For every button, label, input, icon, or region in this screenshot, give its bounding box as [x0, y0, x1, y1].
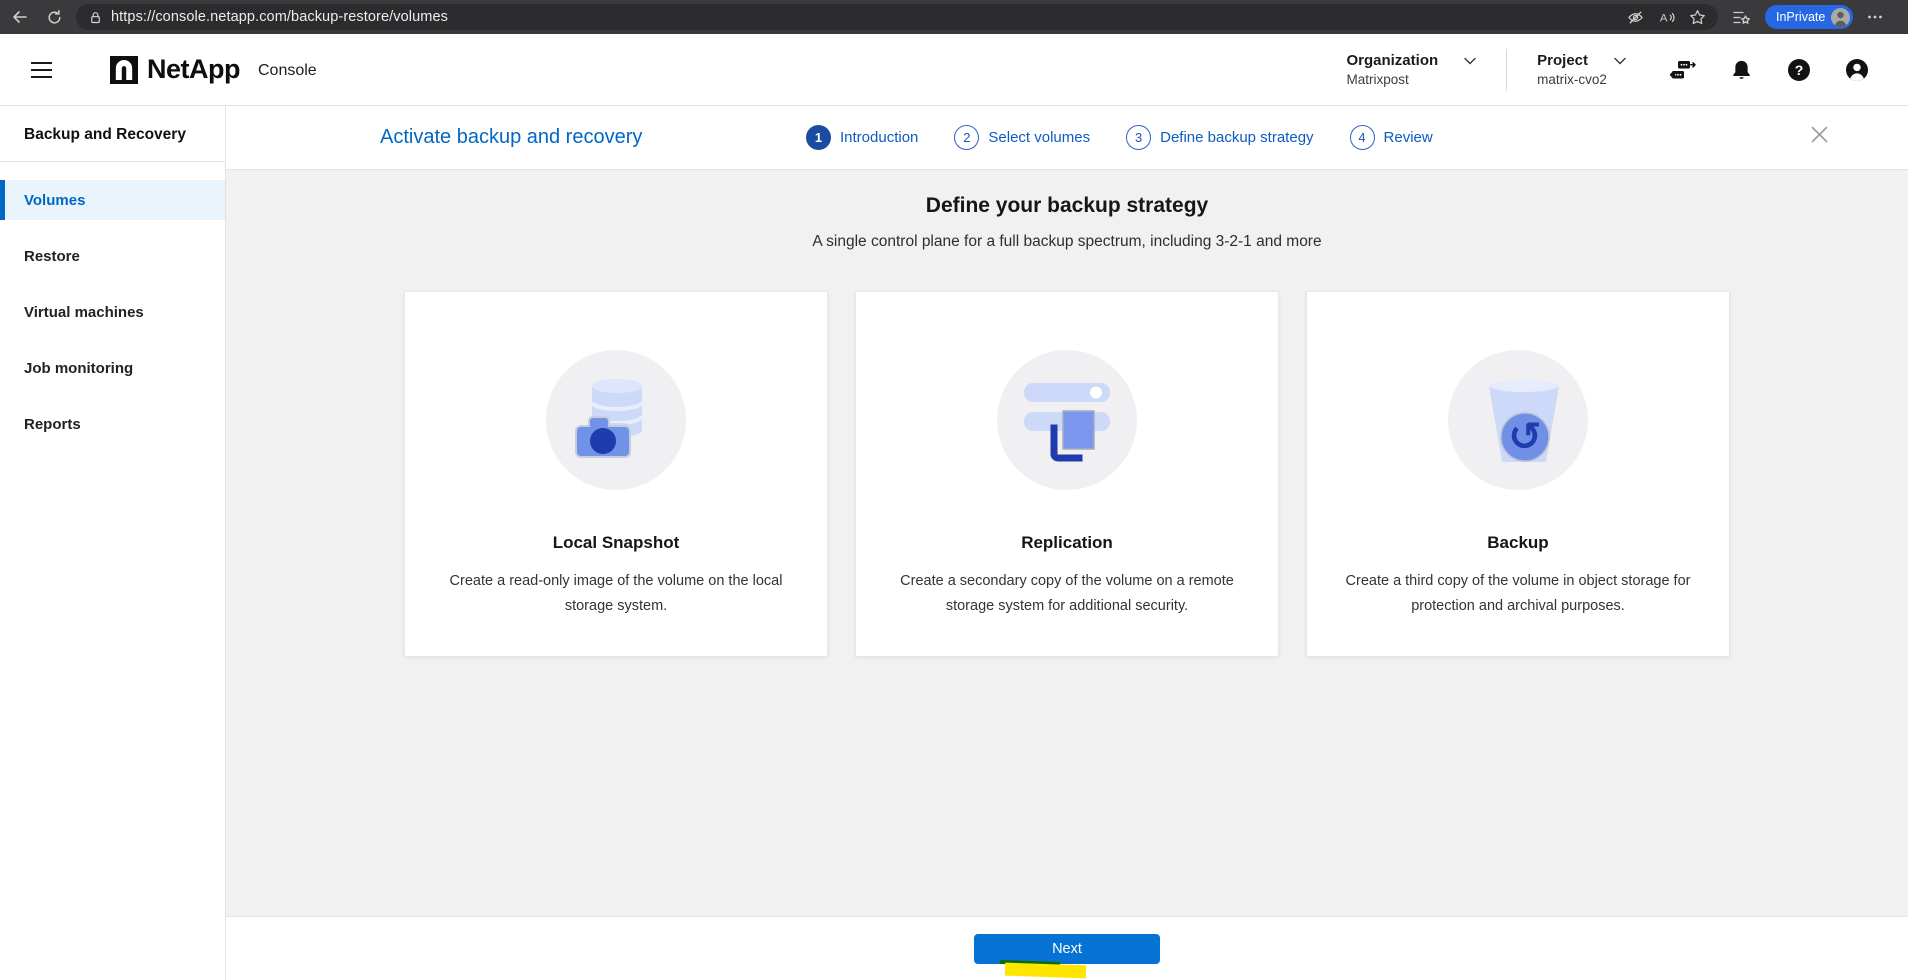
sidebar-item-virtual-machines[interactable]: Virtual machines	[0, 292, 225, 332]
local-snapshot-icon	[546, 350, 686, 490]
address-bar[interactable]: https://console.netapp.com/backup-restor…	[76, 4, 1718, 30]
backup-bucket-icon: ↺	[1448, 350, 1588, 490]
wizard-steps: 1 Introduction 2 Select volumes 3 Define…	[806, 125, 1433, 150]
step-introduction: 1 Introduction	[806, 125, 918, 150]
step-review: 4 Review	[1349, 125, 1433, 150]
inprivate-label: InPrivate	[1776, 10, 1826, 24]
project-label: Project	[1537, 52, 1588, 69]
connector-icon[interactable]	[1670, 57, 1696, 83]
inprivate-badge[interactable]: InPrivate	[1765, 5, 1854, 29]
step-define-backup-strategy: 3 Define backup strategy	[1126, 125, 1314, 150]
tracking-prevention-icon[interactable]	[1627, 9, 1644, 26]
replication-icon	[997, 350, 1137, 490]
organization-value: Matrixpost	[1346, 72, 1409, 87]
sidebar-item-volumes[interactable]: Volumes	[0, 180, 225, 220]
brand-name: NetApp	[147, 54, 241, 84]
page-subtitle: A single control plane for a full backup…	[812, 233, 1322, 250]
page-title: Define your backup strategy	[925, 194, 1209, 217]
sidebar: Backup and Recovery Volumes Restore Virt…	[0, 106, 226, 980]
card-description: Create a third copy of the volume in obj…	[1345, 573, 1691, 615]
chevron-down-icon	[1464, 57, 1476, 65]
card-local-snapshot[interactable]: Local Snapshot Create a read-only image …	[404, 291, 828, 657]
step-label: Introduction	[840, 129, 919, 146]
card-title: Replication	[1021, 533, 1113, 552]
step-label: Select volumes	[988, 129, 1091, 146]
help-icon[interactable]: ?	[1786, 57, 1812, 83]
svg-text:↺: ↺	[1508, 414, 1542, 460]
wizard-header: Activate backup and recovery 1 Introduct…	[226, 106, 1908, 170]
avatar	[1831, 7, 1851, 27]
sidebar-item-label: Restore	[24, 247, 80, 265]
organization-label: Organization	[1346, 52, 1439, 69]
header-divider	[1506, 48, 1508, 91]
project-selector[interactable]: Project matrix-cvo2	[1537, 52, 1626, 87]
step-select-volumes: 2 Select volumes	[954, 125, 1090, 150]
browser-chrome: https://console.netapp.com/backup-restor…	[0, 0, 1908, 34]
favorites-bar-icon[interactable]	[1732, 8, 1751, 27]
netapp-logo: NetApp	[110, 54, 241, 85]
chevron-down-icon	[1614, 57, 1626, 65]
menu-icon[interactable]	[24, 52, 60, 88]
strategy-cards: Local Snapshot Create a read-only image …	[226, 291, 1908, 657]
sidebar-item-job-monitoring[interactable]: Job monitoring	[0, 348, 225, 388]
sidebar-item-label: Virtual machines	[24, 303, 144, 321]
card-backup[interactable]: ↺ Backup Create a third copy of the volu…	[1306, 291, 1730, 657]
sidebar-item-reports[interactable]: Reports	[0, 404, 225, 444]
account-icon[interactable]	[1844, 57, 1870, 83]
bell-icon[interactable]	[1728, 57, 1754, 83]
card-title: Local Snapshot	[552, 533, 680, 552]
step-number: 2	[954, 125, 980, 150]
url-text[interactable]: https://console.netapp.com/backup-restor…	[111, 9, 448, 25]
console-label: Console	[258, 61, 317, 79]
read-aloud-icon[interactable]: A	[1658, 9, 1675, 26]
step-number: 3	[1126, 125, 1152, 150]
svg-text:?: ?	[1795, 62, 1804, 78]
wizard-footer: Next	[226, 916, 1908, 980]
main-content: Define your backup strategy A single con…	[226, 170, 1908, 916]
card-replication[interactable]: Replication Create a secondary copy of t…	[855, 291, 1279, 657]
step-number: 1	[806, 125, 831, 150]
refresh-icon[interactable]	[40, 3, 68, 31]
svg-text:A: A	[1660, 12, 1668, 24]
step-label: Review	[1383, 129, 1433, 146]
card-description: Create a secondary copy of the volume on…	[900, 573, 1234, 615]
step-number: 4	[1349, 125, 1375, 150]
highlight-marker-yellow	[1004, 962, 1087, 979]
sidebar-item-label: Volumes	[24, 191, 86, 209]
organization-selector[interactable]: Organization Matrixpost	[1346, 52, 1476, 87]
close-icon[interactable]	[1809, 124, 1830, 145]
favorite-star-icon[interactable]	[1689, 9, 1706, 26]
back-icon[interactable]	[6, 3, 34, 31]
step-label: Define backup strategy	[1160, 129, 1314, 146]
app-header: NetApp Console Organization Matrixpost P…	[0, 34, 1908, 106]
more-options-icon[interactable]	[1867, 9, 1893, 25]
card-title: Backup	[1487, 533, 1549, 552]
wizard-title: Activate backup and recovery	[380, 126, 643, 148]
lock-icon[interactable]	[88, 10, 103, 25]
sidebar-section-title: Backup and Recovery	[24, 126, 186, 143]
card-description: Create a read-only image of the volume o…	[449, 573, 783, 615]
sidebar-item-label: Reports	[24, 415, 81, 433]
sidebar-item-restore[interactable]: Restore	[0, 236, 225, 276]
project-value: matrix-cvo2	[1537, 72, 1607, 87]
sidebar-item-label: Job monitoring	[24, 359, 134, 377]
